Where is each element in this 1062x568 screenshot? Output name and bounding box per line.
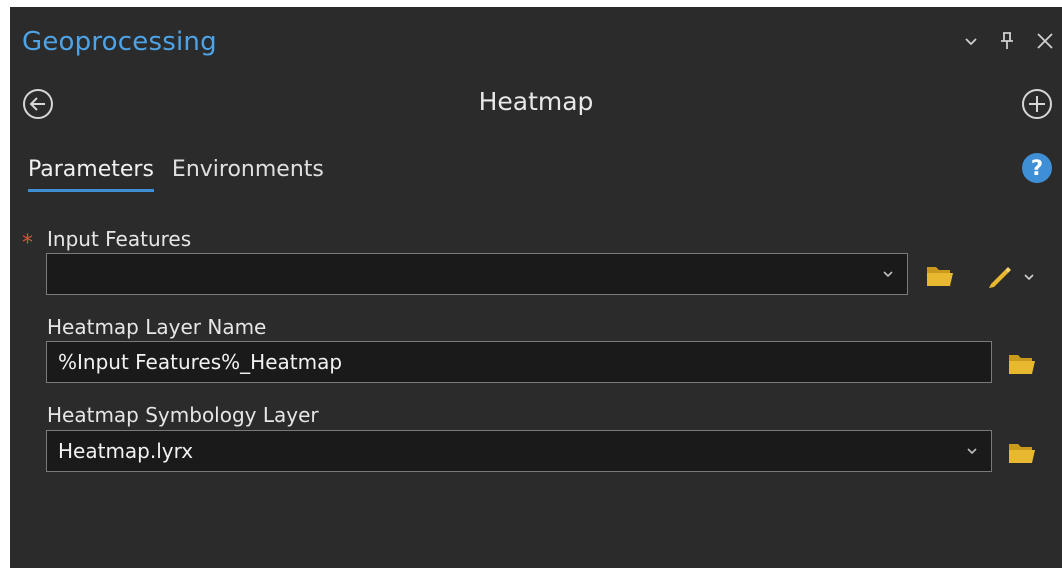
tab-parameters[interactable]: Parameters	[28, 157, 154, 192]
folder-icon	[1009, 355, 1035, 374]
symbology-layer-dropdown[interactable]: Heatmap.lyrx	[46, 430, 992, 472]
pin-icon[interactable]	[1000, 31, 1014, 51]
layer-name-input[interactable]: %Input Features%_Heatmap	[46, 341, 992, 383]
required-marker: *	[22, 231, 33, 256]
chevron-down-icon[interactable]	[961, 446, 983, 456]
folder-icon	[927, 267, 953, 286]
input-features-browse-button[interactable]	[925, 263, 955, 289]
symbology-layer-label: Heatmap Symbology Layer	[47, 403, 319, 427]
close-icon[interactable]	[1036, 32, 1054, 50]
create-features-button[interactable]	[984, 261, 1014, 291]
layer-name-browse-button[interactable]	[1007, 351, 1037, 377]
add-button[interactable]	[1020, 87, 1054, 121]
tab-environments[interactable]: Environments	[172, 157, 324, 192]
folder-icon	[1009, 444, 1035, 463]
layer-name-value: %Input Features%_Heatmap	[58, 350, 343, 374]
pane-title-controls	[964, 31, 1054, 51]
tab-bar: Parameters Environments	[28, 157, 324, 192]
chevron-down-icon[interactable]	[877, 269, 899, 279]
symbology-layer-value: Heatmap.lyrx	[58, 439, 194, 463]
input-features-label: Input Features	[47, 227, 192, 251]
layer-name-label: Heatmap Layer Name	[47, 315, 267, 339]
help-button[interactable]: ?	[1022, 153, 1052, 183]
symbology-layer-browse-button[interactable]	[1007, 440, 1037, 466]
input-features-dropdown[interactable]	[46, 253, 908, 295]
plus-circle-icon	[1022, 89, 1052, 119]
pane-title: Geoprocessing	[22, 27, 217, 57]
geoprocessing-pane: Geoprocessing Heatmap Parameters Environ…	[10, 7, 1062, 568]
chevron-down-icon[interactable]	[964, 34, 978, 48]
chevron-down-icon[interactable]	[1022, 269, 1036, 283]
tool-title: Heatmap	[478, 87, 594, 116]
help-icon: ?	[1030, 156, 1044, 180]
pencil-icon	[989, 267, 1011, 288]
